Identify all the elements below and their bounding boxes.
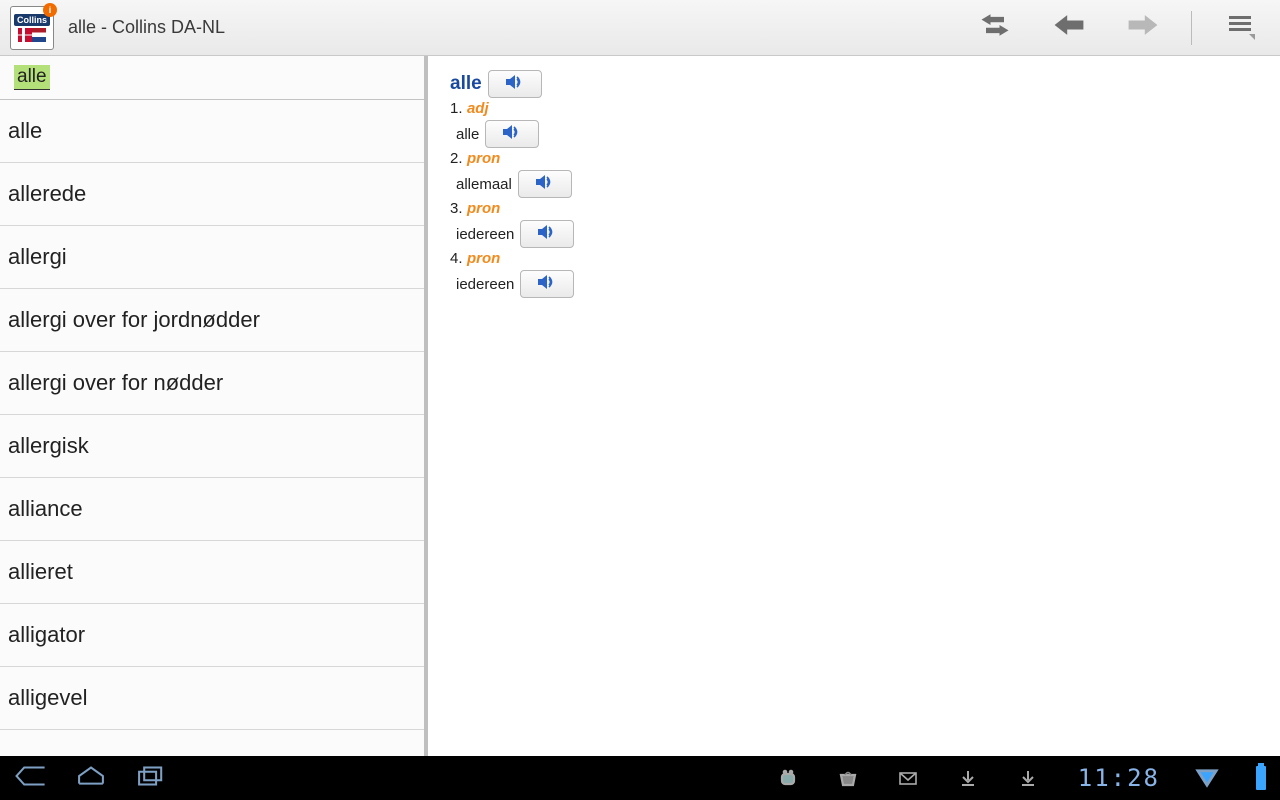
list-item[interactable]: allerede [0, 163, 424, 226]
audio-button-headword[interactable] [488, 70, 542, 98]
battery-icon [1256, 766, 1266, 790]
flag-nl-icon [32, 28, 46, 42]
sys-back-icon [14, 763, 48, 789]
search-row: alle [0, 56, 424, 100]
list-item[interactable]: allergi over for jordnødder [0, 289, 424, 352]
sense: 4. pron iedereen [450, 250, 1258, 298]
action-bar: Collins i alle - Collins DA-NL [0, 0, 1280, 56]
entry-panel: alle 1. adj alle 2. pron allemaal [428, 56, 1280, 756]
notification-android-icon[interactable] [778, 768, 798, 788]
list-item[interactable]: allergi [0, 226, 424, 289]
list-item-label: alle [8, 118, 42, 144]
audio-button-translation[interactable] [485, 120, 539, 148]
sense-number: 2. [450, 150, 463, 167]
sense-number: 3. [450, 200, 463, 217]
arrow-left-icon [1051, 10, 1087, 45]
nav-back-button[interactable] [1039, 8, 1099, 48]
system-clock: 11:28 [1078, 764, 1160, 792]
nav-forward-button[interactable] [1113, 8, 1173, 48]
sense-number: 4. [450, 250, 463, 267]
swap-direction-button[interactable] [965, 8, 1025, 48]
speaker-icon [537, 273, 557, 296]
list-item-label: allerede [8, 181, 86, 207]
page-title: alle - Collins DA-NL [68, 17, 225, 38]
part-of-speech: pron [467, 250, 500, 267]
list-item[interactable]: allieret [0, 541, 424, 604]
translation: allemaal [456, 176, 512, 193]
system-home-button[interactable] [74, 763, 108, 794]
list-item-label: alligevel [8, 685, 88, 711]
search-input[interactable]: alle [14, 65, 50, 90]
notification-download-icon[interactable] [1018, 768, 1038, 788]
translation: alle [456, 126, 479, 143]
audio-button-translation[interactable] [520, 220, 574, 248]
nav-separator [1191, 11, 1192, 45]
list-item-label: alliance [8, 496, 83, 522]
list-item-label: alligator [8, 622, 85, 648]
sense: 3. pron iedereen [450, 200, 1258, 248]
notification-mail-icon[interactable] [898, 768, 918, 788]
sys-recents-icon [134, 763, 168, 789]
speaker-icon [537, 223, 557, 246]
app-icon[interactable]: Collins i [10, 6, 54, 50]
flag-dk-icon [18, 28, 32, 42]
speaker-icon [535, 173, 555, 196]
app-badge: i [43, 3, 57, 17]
list-item[interactable]: alligator [0, 604, 424, 667]
system-nav-bar: 11:28 [0, 756, 1280, 800]
translation: iedereen [456, 226, 514, 243]
part-of-speech: adj [467, 100, 489, 117]
list-item[interactable]: alliance [0, 478, 424, 541]
list-item[interactable]: allergisk [0, 415, 424, 478]
list-item-label: allieret [8, 559, 73, 585]
audio-button-translation[interactable] [518, 170, 572, 198]
speaker-icon [502, 123, 522, 146]
word-list[interactable]: alle allerede allergi allergi over for j… [0, 100, 424, 756]
notification-download-icon[interactable] [958, 768, 978, 788]
system-back-button[interactable] [14, 763, 48, 794]
list-item-label: allergi over for nødder [8, 370, 223, 396]
left-panel: alle alle allerede allergi allergi over … [0, 56, 428, 756]
speaker-icon [505, 73, 525, 96]
list-item[interactable]: alle [0, 100, 424, 163]
flags-icon [18, 28, 46, 42]
part-of-speech: pron [467, 150, 500, 167]
sense: 1. adj alle [450, 100, 1258, 148]
sys-home-icon [74, 763, 108, 789]
notification-store-icon[interactable] [838, 768, 858, 788]
menu-button[interactable] [1210, 8, 1270, 48]
list-item-label: allergisk [8, 433, 89, 459]
part-of-speech: pron [467, 200, 500, 217]
swap-arrows-icon [977, 10, 1013, 45]
list-item-label: allergi [8, 244, 67, 270]
list-item[interactable]: allergi over for nødder [0, 352, 424, 415]
headword: alle [450, 73, 482, 95]
wifi-icon [1190, 763, 1224, 794]
translation: iedereen [456, 276, 514, 293]
sense: 2. pron allemaal [450, 150, 1258, 198]
list-item[interactable]: alligevel [0, 667, 424, 730]
sense-number: 1. [450, 100, 463, 117]
system-recents-button[interactable] [134, 763, 168, 794]
menu-icon [1222, 10, 1258, 45]
audio-button-translation[interactable] [520, 270, 574, 298]
list-item-label: allergi over for jordnødder [8, 307, 260, 333]
arrow-right-icon [1125, 10, 1161, 45]
